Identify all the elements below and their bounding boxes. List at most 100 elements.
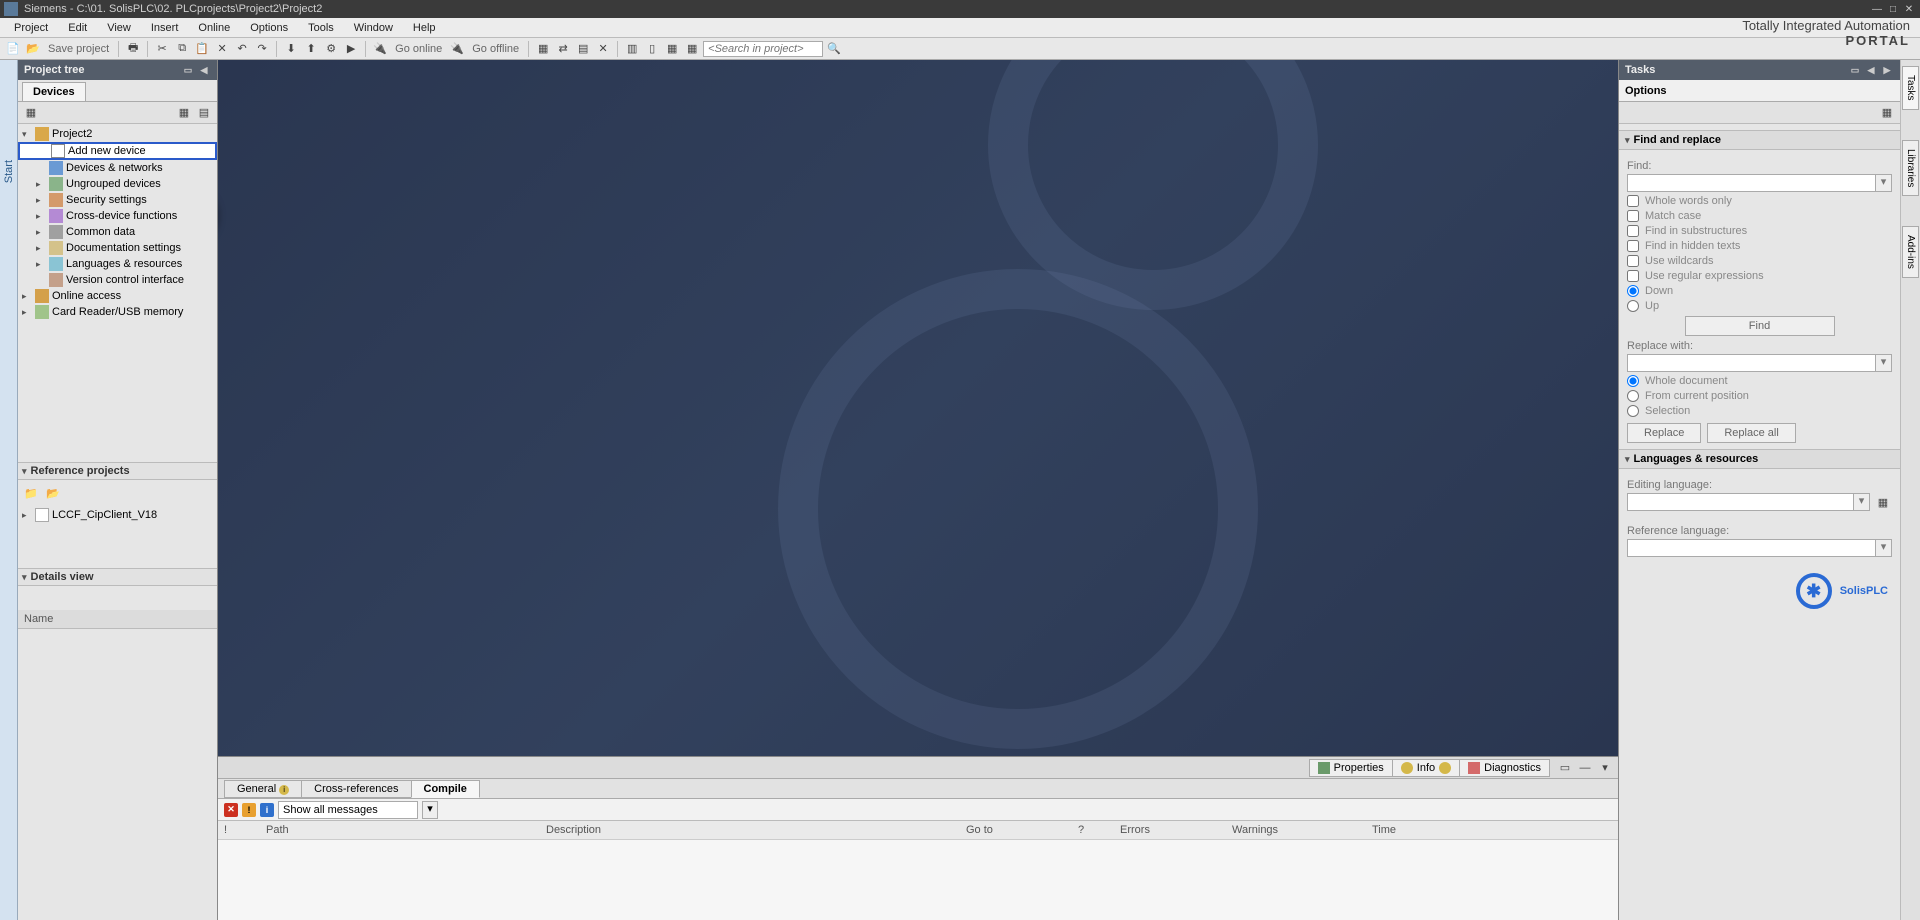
maximize-button[interactable]: □ xyxy=(1886,2,1900,16)
subtab-general[interactable]: Generali xyxy=(224,780,302,798)
compile-icon[interactable]: ⚙ xyxy=(322,40,340,58)
info-filter-icon[interactable]: i xyxy=(260,803,274,817)
radio-whole-doc[interactable] xyxy=(1627,375,1639,387)
editing-language-flag-icon[interactable]: ▦ xyxy=(1874,493,1892,511)
redo-icon[interactable]: ↷ xyxy=(253,40,271,58)
minimize-button[interactable]: — xyxy=(1870,2,1884,16)
go-offline-button[interactable]: Go offline xyxy=(468,43,523,55)
tree-item-7[interactable]: ▸Languages & resources xyxy=(18,256,217,272)
cut-icon[interactable]: ✂ xyxy=(153,40,171,58)
tree-item-5[interactable]: ▸Common data xyxy=(18,224,217,240)
tab-devices[interactable]: Devices xyxy=(22,82,86,101)
tasks-prev-icon[interactable]: ◀ xyxy=(1864,63,1878,77)
panel-collapse-icon[interactable]: ◀ xyxy=(197,63,211,77)
menu-options[interactable]: Options xyxy=(240,20,298,36)
go-online-icon[interactable]: 🔌 xyxy=(371,40,389,58)
inspector-layout-icon[interactable]: ▭ xyxy=(1556,759,1574,777)
find-dropdown-icon[interactable]: ▾ xyxy=(1876,174,1892,192)
radio-up[interactable] xyxy=(1627,300,1639,312)
layout2-icon[interactable]: ▦ xyxy=(683,40,701,58)
menu-insert[interactable]: Insert xyxy=(141,20,189,36)
start-strip[interactable]: Start xyxy=(0,60,18,920)
vtab-tasks[interactable]: Tasks xyxy=(1902,66,1919,110)
replace-input[interactable] xyxy=(1627,354,1876,372)
reference-language-dropdown-icon[interactable]: ▾ xyxy=(1876,539,1892,557)
tab-info[interactable]: Info xyxy=(1392,759,1460,777)
group-find-replace[interactable]: ▾Find and replace xyxy=(1619,130,1900,150)
tree-item-6[interactable]: ▸Documentation settings xyxy=(18,240,217,256)
tasks-next-icon[interactable]: ▶ xyxy=(1880,63,1894,77)
tree-view1-icon[interactable]: ▦ xyxy=(175,104,193,122)
menu-tools[interactable]: Tools xyxy=(298,20,344,36)
accessible-icon[interactable]: ▤ xyxy=(574,40,592,58)
replace-button[interactable]: Replace xyxy=(1627,423,1701,443)
ref-open-icon[interactable]: 📂 xyxy=(44,484,62,502)
tree-extra-0[interactable]: ▸Online access xyxy=(18,288,217,304)
compile-col-time[interactable]: Time xyxy=(1366,821,1618,840)
find-input[interactable] xyxy=(1627,174,1876,192)
tree-item-3[interactable]: ▸Security settings xyxy=(18,192,217,208)
tree-item-1[interactable]: Devices & networks xyxy=(18,160,217,176)
compile-col-errors[interactable]: Errors xyxy=(1114,821,1226,840)
subtab-cross-references[interactable]: Cross-references xyxy=(301,780,411,798)
delete-icon[interactable]: ✕ xyxy=(213,40,231,58)
radio-down[interactable] xyxy=(1627,285,1639,297)
tree-item-8[interactable]: Version control interface xyxy=(18,272,217,288)
upload-icon[interactable]: ⬆ xyxy=(302,40,320,58)
menu-help[interactable]: Help xyxy=(403,20,446,36)
reference-language-input[interactable] xyxy=(1627,539,1876,557)
compile-col-[interactable]: ! xyxy=(218,821,260,840)
tree-item-2[interactable]: ▸Ungrouped devices xyxy=(18,176,217,192)
tree-item-4[interactable]: ▸Cross-device functions xyxy=(18,208,217,224)
save-project-button[interactable]: Save project xyxy=(44,43,113,55)
vtab-add-ins[interactable]: Add-ins xyxy=(1902,226,1919,278)
replace-dropdown-icon[interactable]: ▾ xyxy=(1876,354,1892,372)
error-filter-icon[interactable]: ✕ xyxy=(224,803,238,817)
tab-diagnostics[interactable]: Diagnostics xyxy=(1459,759,1550,777)
chk-hidden[interactable] xyxy=(1627,240,1639,252)
menu-edit[interactable]: Edit xyxy=(58,20,97,36)
menu-window[interactable]: Window xyxy=(344,20,403,36)
copy-icon[interactable]: ⧉ xyxy=(173,40,191,58)
message-filter-dropdown[interactable]: ▾ xyxy=(422,801,438,819)
find-button[interactable]: Find xyxy=(1685,316,1835,336)
chk-whole-words[interactable] xyxy=(1627,195,1639,207)
compile-col-warnings[interactable]: Warnings xyxy=(1226,821,1366,840)
radio-from-pos[interactable] xyxy=(1627,390,1639,402)
menu-view[interactable]: View xyxy=(97,20,141,36)
inspector-expand-icon[interactable]: ▾ xyxy=(1596,759,1614,777)
chk-substructures[interactable] xyxy=(1627,225,1639,237)
chk-match-case[interactable] xyxy=(1627,210,1639,222)
tree-view2-icon[interactable]: ▤ xyxy=(195,104,213,122)
compare-icon[interactable]: ⇄ xyxy=(554,40,572,58)
details-view-header[interactable]: ▾Details view xyxy=(18,568,217,586)
go-online-button[interactable]: Go online xyxy=(391,43,446,55)
undo-icon[interactable]: ↶ xyxy=(233,40,251,58)
editing-language-input[interactable] xyxy=(1627,493,1854,511)
tab-properties[interactable]: Properties xyxy=(1309,759,1393,777)
close-button[interactable]: ✕ xyxy=(1902,2,1916,16)
ref-add-icon[interactable]: 📁 xyxy=(22,484,40,502)
split-v-icon[interactable]: ▯ xyxy=(643,40,661,58)
tree-extra-1[interactable]: ▸Card Reader/USB memory xyxy=(18,304,217,320)
subtab-compile[interactable]: Compile xyxy=(411,780,480,798)
replace-all-button[interactable]: Replace all xyxy=(1707,423,1795,443)
download-icon[interactable]: ⬇ xyxy=(282,40,300,58)
panel-float-icon[interactable]: ▭ xyxy=(181,63,195,77)
tree-toolbar-icon[interactable]: ▦ xyxy=(22,104,40,122)
compile-col-goto[interactable]: Go to xyxy=(960,821,1072,840)
print-icon[interactable]: 🖶 xyxy=(124,40,142,58)
search-icon[interactable]: 🔍 xyxy=(825,40,843,58)
simulate-icon[interactable]: ▶ xyxy=(342,40,360,58)
layout1-icon[interactable]: ▦ xyxy=(663,40,681,58)
menu-online[interactable]: Online xyxy=(188,20,240,36)
tree-root-project[interactable]: ▾Project2 xyxy=(18,126,217,142)
compile-col-path[interactable]: Path xyxy=(260,821,540,840)
message-filter-input[interactable] xyxy=(278,801,418,819)
tasks-float-icon[interactable]: ▭ xyxy=(1848,63,1862,77)
open-project-icon[interactable]: 📂 xyxy=(24,40,42,58)
reference-projects-header[interactable]: ▾Reference projects xyxy=(18,462,217,480)
tree-item-0[interactable]: Add new device xyxy=(18,142,217,160)
editing-language-dropdown-icon[interactable]: ▾ xyxy=(1854,493,1870,511)
go-offline-icon[interactable]: 🔌 xyxy=(448,40,466,58)
